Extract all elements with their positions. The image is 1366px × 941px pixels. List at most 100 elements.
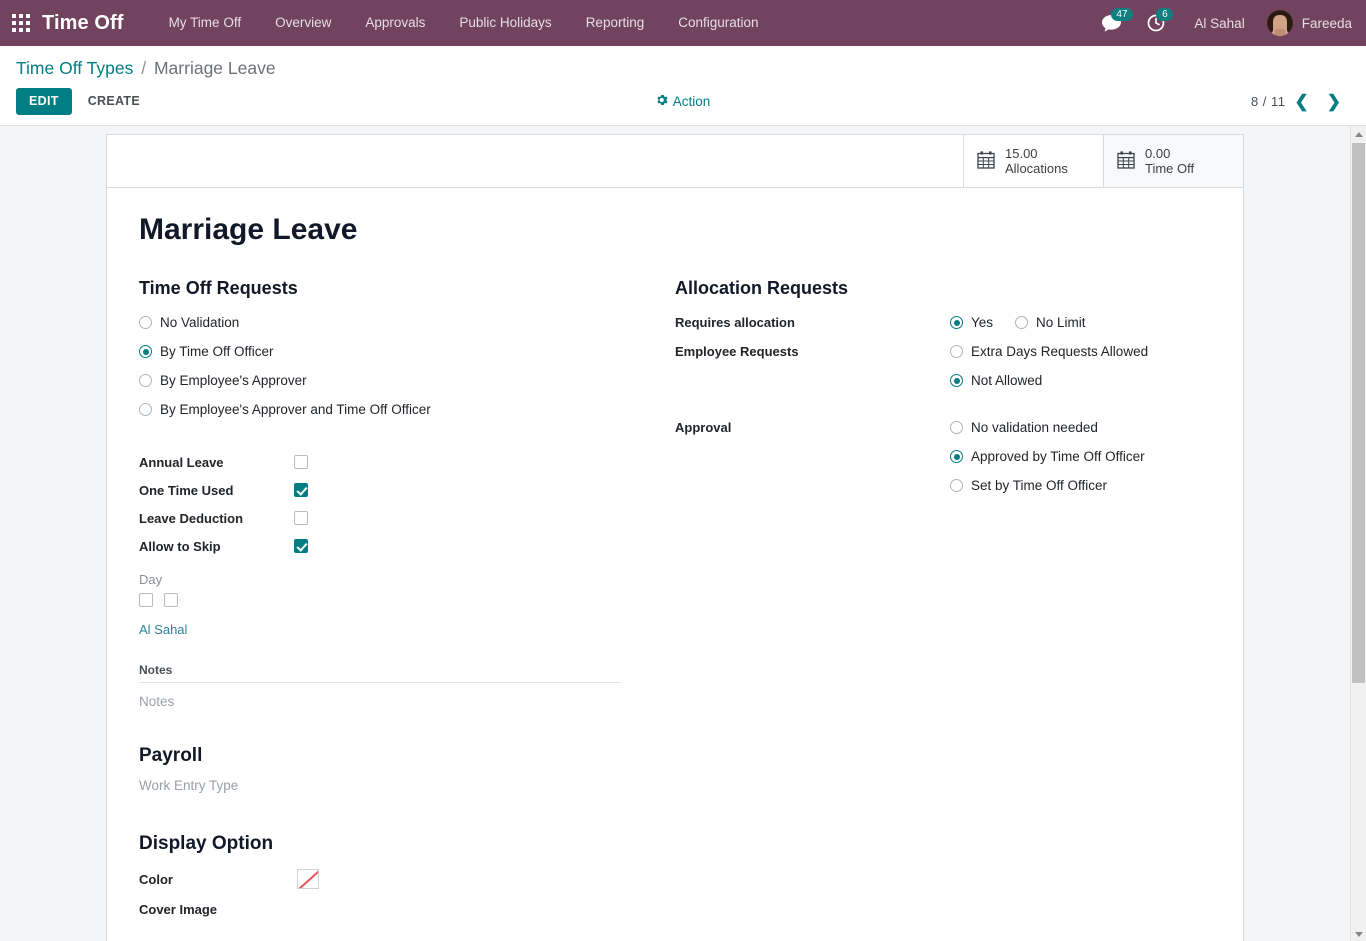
activity-clock-icon[interactable]: 6 (1134, 0, 1178, 46)
breadcrumb-current: Marriage Leave (153, 58, 276, 78)
breadcrumb: Time Off Types / Marriage Leave (0, 46, 1366, 82)
form-scroll-area: 15.00 Allocations 0.00 Time Off Marriage… (0, 126, 1350, 941)
breadcrumb-root-link[interactable]: Time Off Types (16, 58, 133, 78)
menu-item-overview[interactable]: Overview (258, 0, 348, 46)
requires-allocation-option-label[interactable]: No Limit (1036, 315, 1086, 330)
approval-option-label[interactable]: No validation needed (971, 420, 1098, 435)
field-label-allow-to-skip: Allow to Skip (139, 538, 221, 554)
field-cover-image: Cover Image (139, 895, 659, 923)
field-requires-allocation: Requires allocation Yes No Limit (675, 308, 1195, 337)
control-panel-actions: EDIT CREATE Action 8 / 11 ❮ ❯ (0, 82, 1366, 125)
form-sheet: 15.00 Allocations 0.00 Time Off Marriage… (106, 134, 1244, 941)
calendar-icon (1116, 150, 1136, 173)
navbar-right-cluster: 47 6 Al Sahal Fareeda (1089, 0, 1366, 46)
radio-icon[interactable] (139, 345, 152, 358)
field-label-employee-requests: Employee Requests (675, 344, 799, 359)
menu-item-my-time-off[interactable]: My Time Off (152, 0, 259, 46)
stat-allocations-value: 15.00 (1005, 146, 1038, 161)
radio-icon[interactable] (1015, 316, 1029, 329)
requires-allocation-option-no-limit[interactable]: No Limit (1015, 308, 1086, 337)
messages-icon[interactable]: 47 (1089, 0, 1134, 46)
radio-icon[interactable] (139, 316, 152, 329)
annual-leave-checkbox[interactable] (294, 455, 308, 469)
approval-option-no-validation[interactable]: No validation needed (950, 413, 1145, 442)
validation-option-label[interactable]: By Time Off Officer (160, 344, 274, 359)
pager: 8 / 11 ❮ ❯ (1251, 92, 1350, 111)
field-allow-to-skip: Allow to Skip (139, 532, 659, 560)
company-link[interactable]: Al Sahal (139, 622, 187, 637)
menu-item-configuration[interactable]: Configuration (661, 0, 775, 46)
vertical-scrollbar[interactable] (1350, 126, 1366, 941)
field-leave-deduction: Leave Deduction (139, 504, 659, 532)
approval-option-label[interactable]: Approved by Time Off Officer (971, 449, 1145, 464)
breadcrumb-separator: / (141, 58, 147, 78)
stat-time-off-value: 0.00 (1145, 146, 1171, 161)
requires-allocation-option-yes[interactable]: Yes (950, 308, 993, 337)
work-entry-type-input[interactable]: Work Entry Type (139, 775, 659, 797)
employee-requests-option-extra-days[interactable]: Extra Days Requests Allowed (950, 337, 1148, 366)
employee-requests-option-label[interactable]: Not Allowed (971, 373, 1042, 388)
day-checkbox-1[interactable] (139, 593, 153, 607)
app-brand-title[interactable]: Time Off (42, 12, 124, 35)
approval-option-approved-by-officer[interactable]: Approved by Time Off Officer (950, 442, 1145, 471)
field-label-annual-leave: Annual Leave (139, 454, 224, 470)
field-label-approval: Approval (675, 420, 732, 435)
create-button[interactable]: CREATE (78, 89, 150, 114)
field-employee-requests: Employee Requests Extra Days Requests Al… (675, 337, 1195, 395)
color-swatch[interactable] (297, 869, 319, 889)
radio-icon[interactable] (950, 345, 963, 358)
scrollbar-thumb[interactable] (1352, 143, 1365, 683)
stat-allocations-label: Allocations (1005, 161, 1068, 176)
field-approval: Approval No validation needed Approved b… (675, 413, 1195, 500)
action-menu-label: Action (672, 94, 711, 109)
notes-block: Notes Notes (139, 663, 659, 709)
chevron-right-icon[interactable]: ❯ (1318, 92, 1350, 111)
validation-option-by-employees-approver[interactable]: By Employee's Approver (139, 366, 659, 395)
menu-item-approvals[interactable]: Approvals (348, 0, 442, 46)
one-time-used-checkbox[interactable] (294, 483, 308, 497)
employee-requests-option-not-allowed[interactable]: Not Allowed (950, 366, 1148, 395)
day-checkbox-group (139, 593, 659, 607)
chevron-left-icon[interactable]: ❮ (1286, 92, 1318, 111)
validation-option-label[interactable]: By Employee's Approver and Time Off Offi… (160, 402, 431, 417)
employee-requests-option-label[interactable]: Extra Days Requests Allowed (971, 344, 1148, 359)
validation-option-label[interactable]: No Validation (160, 315, 239, 330)
field-label-cover-image: Cover Image (139, 901, 218, 917)
apps-grid-icon[interactable] (0, 0, 34, 46)
allow-to-skip-checkbox[interactable] (294, 539, 308, 553)
validation-option-by-time-off-officer[interactable]: By Time Off Officer (139, 337, 659, 366)
approval-option-label[interactable]: Set by Time Off Officer (971, 478, 1107, 493)
scroll-up-arrow-icon[interactable] (1351, 126, 1366, 142)
radio-icon[interactable] (950, 374, 963, 387)
menu-item-reporting[interactable]: Reporting (569, 0, 662, 46)
stat-button-allocations[interactable]: 15.00 Allocations (963, 135, 1103, 187)
edit-button[interactable]: EDIT (16, 88, 72, 115)
day-checkbox-2[interactable] (164, 593, 178, 607)
radio-icon[interactable] (139, 374, 152, 387)
validation-option-by-approver-and-officer[interactable]: By Employee's Approver and Time Off Offi… (139, 395, 659, 424)
left-column: Time Off Requests No Validation By Time … (139, 276, 659, 923)
user-menu[interactable]: Fareeda (1261, 10, 1352, 36)
validation-option-label[interactable]: By Employee's Approver (160, 373, 307, 388)
radio-icon[interactable] (950, 421, 963, 434)
scroll-down-arrow-icon[interactable] (1351, 926, 1366, 941)
group-title-allocation-requests: Allocation Requests (675, 278, 849, 298)
stat-button-time-off[interactable]: 0.00 Time Off (1103, 135, 1243, 187)
radio-icon[interactable] (139, 403, 152, 416)
approval-option-set-by-officer[interactable]: Set by Time Off Officer (950, 471, 1145, 500)
action-menu-button[interactable]: Action (656, 94, 711, 109)
radio-icon[interactable] (950, 316, 963, 329)
company-switcher[interactable]: Al Sahal (1178, 16, 1260, 31)
radio-icon[interactable] (950, 479, 963, 492)
user-name: Fareeda (1301, 15, 1352, 31)
requires-allocation-option-label[interactable]: Yes (971, 315, 993, 330)
content-area: 15.00 Allocations 0.00 Time Off Marriage… (0, 126, 1366, 941)
leave-deduction-checkbox[interactable] (294, 511, 308, 525)
stat-button-box: 15.00 Allocations 0.00 Time Off (107, 135, 1243, 188)
menu-item-public-holidays[interactable]: Public Holidays (442, 0, 568, 46)
notes-input[interactable]: Notes (139, 683, 659, 709)
avatar (1266, 10, 1293, 36)
radio-icon[interactable] (950, 450, 963, 463)
notes-label: Notes (139, 663, 621, 683)
validation-option-no-validation[interactable]: No Validation (139, 308, 659, 337)
